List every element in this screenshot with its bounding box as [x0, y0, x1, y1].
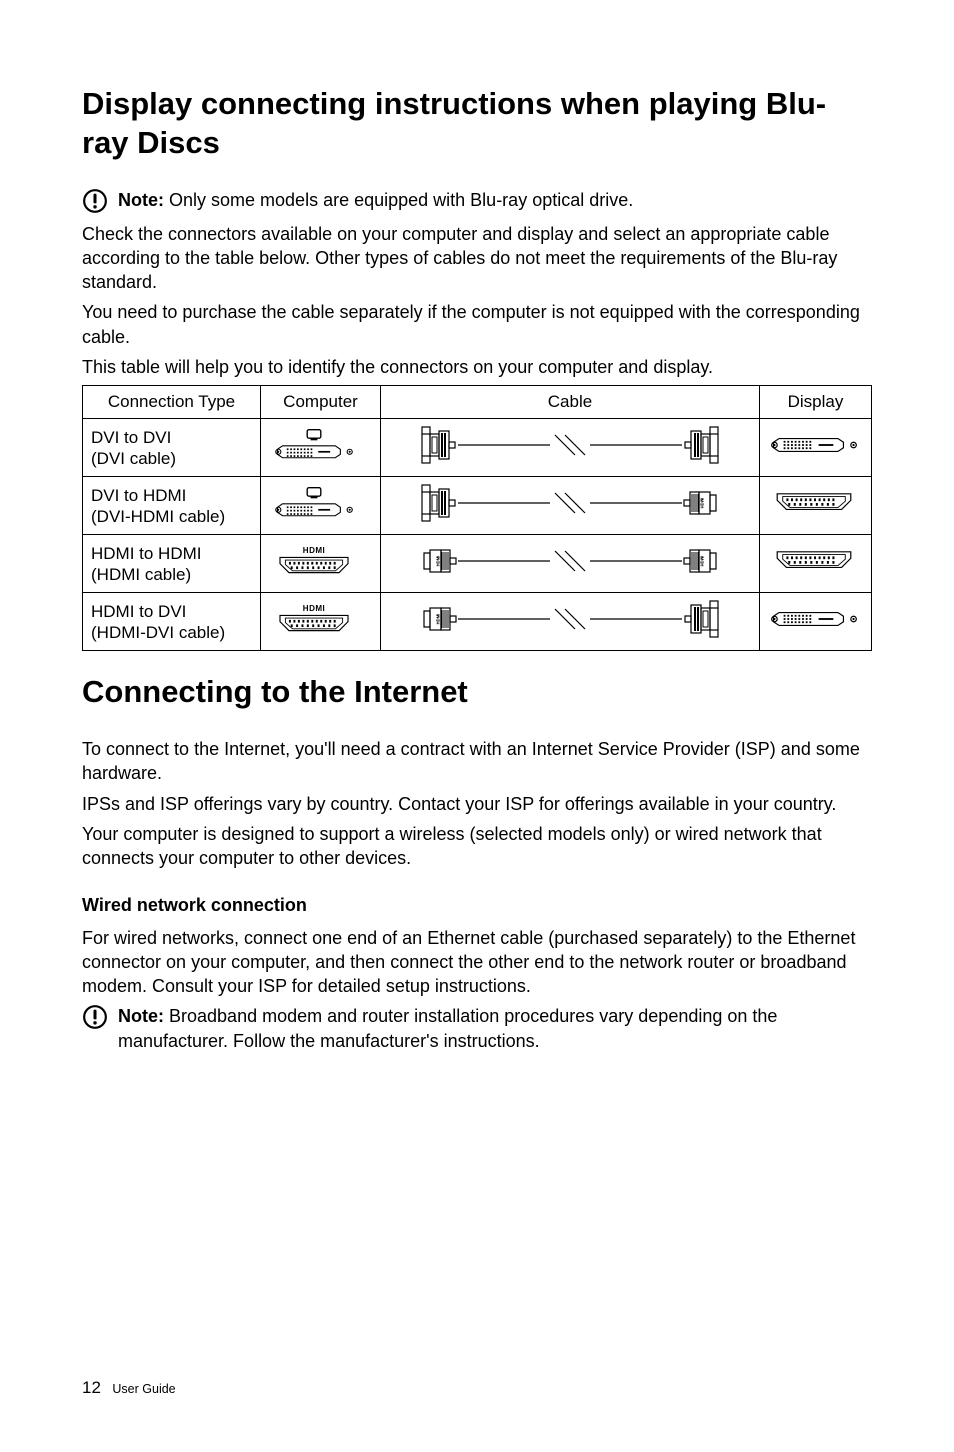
paragraph-wired-instructions: For wired networks, connect one end of a… — [82, 926, 872, 999]
heading-display-instructions: Display connecting instructions when pla… — [82, 85, 872, 163]
paragraph-purchase-cable: You need to purchase the cable separatel… — [82, 300, 872, 349]
hdmi-port-icon — [269, 602, 359, 636]
note-text: Note: Broadband modem and router install… — [118, 1004, 872, 1053]
page-footer: 12 User Guide — [82, 1378, 176, 1398]
subhead-wired: Wired network connection — [82, 895, 872, 916]
cell-connection-type: HDMI to HDMI (HDMI cable) — [83, 535, 261, 593]
cell-cable — [381, 535, 760, 593]
cell-display-port — [760, 419, 872, 477]
cell-cable — [381, 593, 760, 651]
attention-icon — [82, 1004, 108, 1030]
table-row: HDMI to DVI (HDMI-DVI cable) — [83, 593, 872, 651]
paragraph-check-connectors: Check the connectors available on your c… — [82, 222, 872, 295]
footer-label: User Guide — [112, 1382, 175, 1396]
dvi-port-icon — [768, 435, 860, 455]
cell-display-port — [760, 477, 872, 535]
th-connection-type: Connection Type — [83, 386, 261, 419]
cell-connection-type: DVI to DVI (DVI cable) — [83, 419, 261, 477]
dvi-port-icon — [269, 486, 359, 520]
dvi-port-icon — [768, 609, 860, 629]
cable-icon — [389, 483, 751, 523]
connection-table: Connection Type Computer Cable Display D… — [82, 385, 872, 651]
dvi-port-icon — [269, 428, 359, 462]
heading-connecting-internet: Connecting to the Internet — [82, 673, 872, 712]
cell-cable — [381, 477, 760, 535]
connection-type-line2: (HDMI cable) — [91, 564, 252, 585]
note-label: Note: — [118, 190, 164, 210]
connection-type-line1: DVI to HDMI — [91, 485, 252, 506]
cell-computer-port — [261, 535, 381, 593]
paragraph-internet-intro: To connect to the Internet, you'll need … — [82, 737, 872, 786]
connection-type-line1: DVI to DVI — [91, 427, 252, 448]
cable-icon — [389, 541, 751, 581]
cell-computer-port — [261, 477, 381, 535]
cell-computer-port — [261, 593, 381, 651]
cell-display-port — [760, 593, 872, 651]
note-broadband: Broadband modem and router installation … — [118, 1006, 777, 1050]
cable-icon — [389, 425, 751, 465]
th-computer: Computer — [261, 386, 381, 419]
attention-icon — [82, 188, 108, 214]
table-row: DVI to DVI (DVI cable) — [83, 419, 872, 477]
cell-computer-port — [261, 419, 381, 477]
connection-type-line2: (DVI-HDMI cable) — [91, 506, 252, 527]
table-header-row: Connection Type Computer Cable Display — [83, 386, 872, 419]
paragraph-isp-vary: IPSs and ISP offerings vary by country. … — [82, 792, 872, 816]
paragraph-wireless-wired: Your computer is designed to support a w… — [82, 822, 872, 871]
connection-type-line2: (DVI cable) — [91, 448, 252, 469]
connection-type-line2: (HDMI-DVI cable) — [91, 622, 252, 643]
hdmi-port-icon — [269, 544, 359, 578]
cell-connection-type: HDMI to DVI (HDMI-DVI cable) — [83, 593, 261, 651]
th-display: Display — [760, 386, 872, 419]
connection-type-line1: HDMI to DVI — [91, 601, 252, 622]
page-number: 12 — [82, 1378, 101, 1397]
table-row: HDMI to HDMI (HDMI cable) — [83, 535, 872, 593]
hdmi-port-icon — [768, 548, 860, 574]
connection-type-line1: HDMI to HDMI — [91, 543, 252, 564]
cable-icon — [389, 599, 751, 639]
cell-cable — [381, 419, 760, 477]
th-cable: Cable — [381, 386, 760, 419]
note-bluray: Only some models are equipped with Blu-r… — [169, 190, 633, 210]
note-text: Note: Only some models are equipped with… — [118, 188, 633, 212]
paragraph-table-intro: This table will help you to identify the… — [82, 355, 872, 379]
cell-connection-type: DVI to HDMI (DVI-HDMI cable) — [83, 477, 261, 535]
hdmi-port-icon — [768, 490, 860, 516]
cell-display-port — [760, 535, 872, 593]
note-label: Note: — [118, 1006, 164, 1026]
table-row: DVI to HDMI (DVI-HDMI cable) — [83, 477, 872, 535]
